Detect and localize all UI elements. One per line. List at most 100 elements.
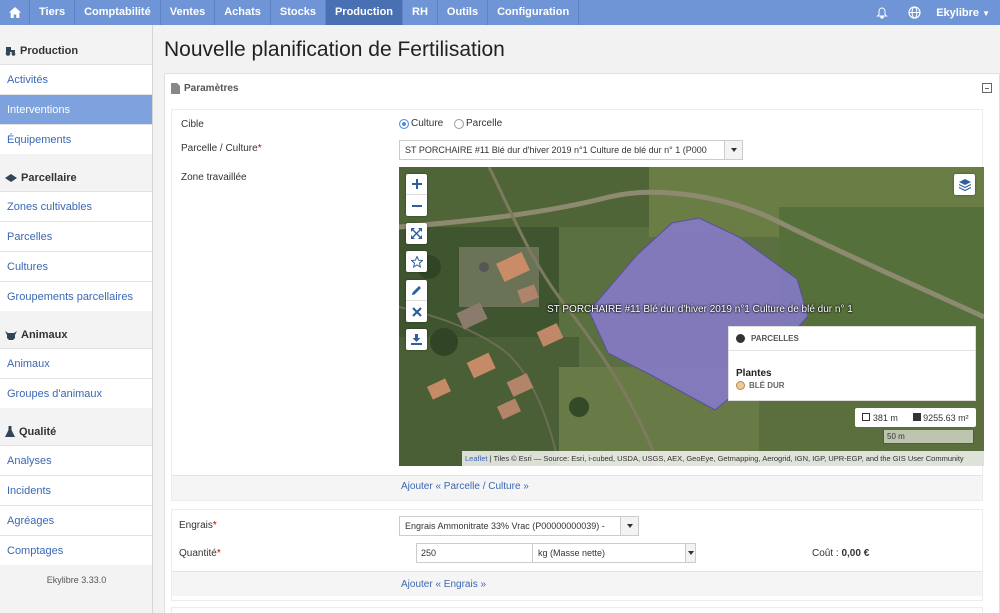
sidebar-section-animaux: Animaux	[0, 321, 152, 348]
legend-ble-row: BLÉ DUR	[736, 381, 785, 390]
map-attribution: Leaflet | Tiles © Esri — Source: Esri, i…	[462, 451, 984, 466]
sidebar-item-parcelles[interactable]: Parcelles	[0, 221, 152, 251]
sidebar-item-zones-cultivables[interactable]: Zones cultivables	[0, 191, 152, 221]
star-icon	[410, 255, 423, 268]
sidebar-item-groupements-parcellaires[interactable]: Groupements parcellaires	[0, 281, 152, 311]
nav-outils[interactable]: Outils	[438, 0, 489, 25]
nav-ventes[interactable]: Ventes	[161, 0, 216, 25]
engrais-select[interactable]: Engrais Ammonitrate 33% Vrac (P000000000…	[399, 516, 639, 536]
fullscreen-button[interactable]	[406, 223, 427, 244]
perimeter-readout: 381 m	[862, 412, 898, 423]
engrais-value: Engrais Ammonitrate 33% Vrac (P000000000…	[405, 521, 605, 531]
parcelle-culture-select[interactable]: ST PORCHAIRE #11 Blé dur d'hiver 2019 n°…	[399, 140, 743, 160]
legend-parcelles-label: PARCELLES	[751, 334, 799, 343]
sidebar-item-incidents[interactable]: Incidents	[0, 475, 152, 505]
language-button[interactable]	[898, 0, 930, 25]
chevron-down-icon[interactable]	[724, 141, 742, 159]
download-control	[406, 329, 427, 350]
leaflet-link[interactable]: Leaflet	[465, 454, 488, 463]
sidebar-item-cultures[interactable]: Cultures	[0, 251, 152, 281]
zone-travaillee-label: Zone travaillée	[181, 172, 247, 183]
perimeter-value: 381 m	[872, 412, 898, 423]
chevron-down-icon[interactable]	[620, 517, 638, 535]
nav-tiers[interactable]: Tiers	[30, 0, 76, 25]
collapse-button[interactable]	[982, 83, 992, 93]
chevron-down-icon[interactable]	[685, 544, 695, 562]
quantite-label-text: Quantité	[179, 548, 217, 559]
sidebar-section-title: Parcellaire	[21, 171, 77, 184]
cout-label: Coût :	[812, 548, 839, 559]
pencil-icon	[412, 285, 421, 295]
notifications-button[interactable]	[866, 0, 898, 25]
parcelle-culture-label: Parcelle / Culture*	[181, 143, 262, 154]
parameters-panel: Paramètres Cible Culture Parcelle Parcel…	[164, 73, 1000, 613]
nav-stocks[interactable]: Stocks	[271, 0, 326, 25]
sidebar-section-production: Production	[0, 37, 152, 64]
zoom-out-button[interactable]	[406, 195, 427, 216]
radio-culture[interactable]: Culture	[399, 118, 443, 129]
legend-ble-label: BLÉ DUR	[749, 381, 785, 390]
map-scale: 50 m	[883, 430, 974, 444]
panel-header: Paramètres	[165, 74, 999, 102]
unit-value: kg (Masse nette)	[538, 548, 606, 558]
delete-button[interactable]	[406, 301, 427, 322]
plus-icon	[411, 179, 422, 189]
nav-comptabilite[interactable]: Comptabilité	[75, 0, 161, 25]
sidebar-section-qualite: Qualité	[0, 418, 152, 445]
square-filled-icon	[912, 412, 921, 421]
radio-parcelle-label: Parcelle	[466, 118, 503, 129]
map-widget[interactable]: ST PORCHAIRE #11 Blé dur d'hiver 2019 n°…	[399, 167, 984, 466]
radio-parcelle-circle[interactable]	[454, 118, 464, 129]
edit-button[interactable]	[406, 280, 427, 301]
polygon-label: ST PORCHAIRE #11 Blé dur d'hiver 2019 n°…	[547, 304, 853, 315]
bell-icon	[876, 6, 888, 19]
add-engrais-link[interactable]: Ajouter « Engrais »	[401, 579, 486, 590]
download-button[interactable]	[406, 329, 427, 350]
legend-plantes-title: Plantes	[736, 368, 772, 379]
user-menu[interactable]: Ekylibre ▼	[930, 7, 1000, 19]
favorite-control	[406, 251, 427, 272]
favorite-button[interactable]	[406, 251, 427, 272]
app-version: Ekylibre 3.33.0	[46, 575, 107, 585]
chevron-down-icon: ▼	[982, 8, 990, 18]
square-outline-icon	[862, 412, 871, 421]
engrais-label: Engrais*	[179, 520, 217, 531]
parcelle-culture-label-text: Parcelle / Culture	[181, 143, 258, 154]
home-icon	[8, 7, 21, 18]
nav-configuration[interactable]: Configuration	[488, 0, 580, 25]
minus-icon	[411, 204, 422, 207]
nav-production[interactable]: Production	[325, 0, 404, 25]
top-navbar: Tiers Comptabilité Ventes Achats Stocks …	[0, 0, 1000, 25]
sidebar-item-analyses[interactable]: Analyses	[0, 445, 152, 475]
sidebar-item-animaux[interactable]: Animaux	[0, 348, 152, 378]
download-icon	[411, 334, 422, 345]
radio-parcelle[interactable]: Parcelle	[454, 118, 502, 129]
nav-rh[interactable]: RH	[403, 0, 438, 25]
radio-culture-circle[interactable]	[399, 118, 409, 129]
parcelle-culture-value: ST PORCHAIRE #11 Blé dur d'hiver 2019 n°…	[405, 145, 707, 155]
engrais-label-text: Engrais	[179, 520, 213, 531]
draw-control	[406, 280, 427, 322]
sidebar-item-interventions[interactable]: Interventions	[0, 94, 152, 124]
quantite-input[interactable]: 250	[416, 543, 533, 563]
add-parcelle-link[interactable]: Ajouter « Parcelle / Culture »	[401, 481, 529, 492]
sidebar-item-groupes-animaux[interactable]: Groupes d'animaux	[0, 378, 152, 408]
cout-display: Coût : 0,00 €	[812, 548, 869, 559]
cout-value: 0,00 €	[841, 548, 870, 559]
layers-button[interactable]	[954, 174, 975, 195]
add-engrais-bar	[172, 571, 982, 596]
sidebar-item-equipements[interactable]: Équipements	[0, 124, 152, 154]
zoom-control	[406, 174, 427, 216]
unit-select[interactable]: kg (Masse nette)	[532, 543, 696, 563]
radio-culture-label: Culture	[411, 118, 444, 129]
measure-box: 381 m 9255.63 m²	[855, 408, 976, 427]
home-button[interactable]	[0, 0, 30, 25]
sidebar-item-agreages[interactable]: Agréages	[0, 505, 152, 535]
nav-achats[interactable]: Achats	[215, 0, 271, 25]
sidebar-section-title: Qualité	[19, 425, 57, 438]
zoom-in-button[interactable]	[406, 174, 427, 195]
next-fieldset	[171, 607, 983, 613]
sidebar-item-comptages[interactable]: Comptages	[0, 535, 152, 565]
sidebar-item-activites[interactable]: Activités	[0, 64, 152, 94]
document-icon	[171, 82, 180, 94]
